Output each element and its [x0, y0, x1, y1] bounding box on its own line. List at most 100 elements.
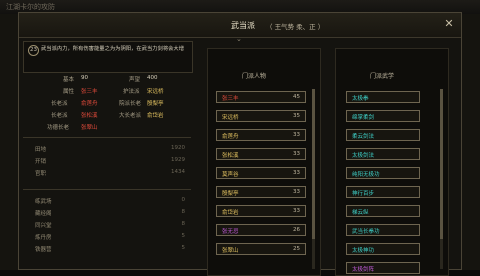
member-item[interactable]: 张无忌 26 — [216, 224, 306, 236]
skill-name: 神行百步 — [352, 191, 375, 197]
stat-value: 张三丰 — [81, 89, 98, 95]
member-item[interactable]: 张松溪 33 — [216, 148, 306, 160]
intro-index: 23 — [28, 45, 39, 56]
resource-value: 1929 — [171, 157, 185, 163]
stat-label: 长老派 — [51, 113, 68, 119]
building-value: 0 — [181, 197, 186, 203]
member-item[interactable]: 俞莲舟 33 — [216, 129, 306, 141]
resource-value: 1434 — [171, 169, 185, 175]
skill-name: 绵掌柔剑 — [352, 115, 375, 121]
members-panel: 门派人物 张三丰 45 宋远桥 35 俞莲舟 33 张松溪 33 莫声谷 33 殷梨亭 33… — [207, 48, 321, 276]
member-item[interactable]: 张翠山 25 — [216, 243, 306, 255]
member-item[interactable]: 殷梨亭 33 — [216, 186, 306, 198]
member-value: 35 — [293, 113, 300, 119]
member-name: 张翠山 — [222, 248, 239, 254]
members-header: 门派人物 — [242, 73, 267, 80]
skill-item[interactable]: 神行百步 — [346, 186, 420, 198]
skill-item[interactable]: 太极神功 — [346, 243, 420, 255]
skill-name: 太极剑法 — [352, 153, 375, 159]
building-label: 练武场 — [35, 199, 52, 205]
skill-item[interactable]: 太极剑法 — [346, 148, 420, 160]
member-item[interactable]: 莫声谷 33 — [216, 167, 306, 179]
member-name: 张松溪 — [222, 153, 239, 159]
member-value: 33 — [293, 132, 300, 138]
member-value: 25 — [293, 246, 300, 252]
member-value: 26 — [293, 227, 300, 233]
chevron-down-icon: ⌄ — [236, 35, 242, 43]
intro-text: 武当派内力，所有伤害能量之为为阴阳，在武当力剑将会大增 — [41, 46, 185, 52]
skill-item[interactable]: 武当长拳功 — [346, 224, 420, 236]
resource-label: 田地 — [35, 147, 47, 153]
resource-value: 1920 — [171, 145, 185, 151]
member-item[interactable]: 张三丰 45 — [216, 91, 306, 103]
member-item[interactable]: 俞岱岩 33 — [216, 205, 306, 217]
stat-value: 张松溪 — [81, 113, 98, 119]
skill-item[interactable]: 梯云纵 — [346, 205, 420, 217]
building-value: 5 — [181, 245, 186, 251]
window-title: 武当派 — [231, 21, 255, 30]
skills-panel: 门派武学 太极拳 绵掌柔剑 柔云剑法 太极剑法 纯阳无极功 神行百步 梯云纵 武… — [335, 48, 449, 276]
member-item[interactable]: 宋远桥 35 — [216, 110, 306, 122]
skill-name: 柔云剑法 — [352, 134, 375, 140]
skills-header: 门派武学 — [370, 73, 395, 80]
skill-name: 武当长拳功 — [352, 229, 380, 235]
scrollbar-thumb[interactable] — [440, 89, 443, 239]
member-name: 张三丰 — [222, 96, 239, 102]
building-value: 8 — [181, 209, 186, 215]
window-subtitle: （ 王气势 柔、正 ） — [266, 23, 325, 31]
sect-stats-panel: 23 武当派内力，所有伤害能量之为为阴阳，在武当力剑将会大增 基本 90 声望 … — [23, 41, 193, 269]
background-top-label: 江湖卡尔的攻防 — [6, 3, 55, 11]
building-label: 同兴堂 — [35, 223, 52, 229]
building-value: 5 — [181, 233, 186, 239]
skill-name: 梯云纵 — [352, 210, 369, 216]
stat-value: 400 — [147, 75, 158, 81]
close-icon[interactable]: ✕ — [443, 18, 455, 30]
building-label: 铁器营 — [35, 247, 52, 253]
stat-label: 大长老派 — [119, 113, 142, 119]
skill-item[interactable]: 柔云剑法 — [346, 129, 420, 141]
skill-name: 太极拳 — [352, 96, 369, 102]
scrollbar-thumb[interactable] — [312, 89, 315, 239]
skill-item[interactable]: 绵掌柔剑 — [346, 110, 420, 122]
skill-item[interactable]: 纯阳无极功 — [346, 167, 420, 179]
member-name: 宋远桥 — [222, 115, 239, 121]
members-scrollbar[interactable] — [312, 89, 315, 269]
skills-scrollbar[interactable] — [440, 89, 443, 269]
stat-label: 功德长老 — [47, 125, 70, 131]
divider — [23, 189, 191, 190]
stat-label: 基本 — [63, 77, 75, 83]
stat-label: 院派长老 — [119, 101, 142, 107]
member-name: 莫声谷 — [222, 172, 239, 178]
member-value: 33 — [293, 189, 300, 195]
stat-value: 俞岱岩 — [147, 113, 164, 119]
stat-label: 声望 — [129, 77, 141, 83]
skill-item[interactable]: 太极拳 — [346, 91, 420, 103]
member-value: 45 — [293, 94, 300, 100]
member-value: 33 — [293, 170, 300, 176]
background-left — [0, 14, 20, 270]
skill-item[interactable]: 太极剑阵 — [346, 262, 420, 274]
member-name: 殷梨亭 — [222, 191, 239, 197]
skill-name: 太极剑阵 — [352, 267, 375, 273]
building-label: 藏经阁 — [35, 211, 52, 217]
stat-label: 长老派 — [51, 101, 68, 107]
skill-name: 纯阳无极功 — [352, 172, 380, 178]
member-value: 33 — [293, 151, 300, 157]
stat-value: 宋远桥 — [147, 89, 164, 95]
background-right — [462, 14, 480, 270]
skill-name: 太极神功 — [352, 248, 375, 254]
member-name: 张无忌 — [222, 229, 239, 235]
member-name: 俞岱岩 — [222, 210, 239, 216]
stat-value: 张翠山 — [81, 125, 98, 131]
resource-label: 官职 — [35, 171, 47, 177]
stat-value: 俞莲舟 — [81, 101, 98, 107]
intro-box: 23 武当派内力，所有伤害能量之为为阴阳，在武当力剑将会大增 — [23, 41, 193, 73]
stat-label: 属性 — [63, 89, 75, 95]
resource-label: 开销 — [35, 159, 47, 165]
member-name: 俞莲舟 — [222, 134, 239, 140]
stat-value: 殷梨亭 — [147, 101, 164, 107]
stat-label: 护法派 — [123, 89, 140, 95]
stat-value: 90 — [81, 75, 88, 81]
sect-info-window: 武当派 （ 王气势 柔、正 ） ✕ ⌄ 23 武当派内力，所有伤害能量之为为阴阳… — [18, 12, 462, 276]
building-label: 炼丹房 — [35, 235, 52, 241]
